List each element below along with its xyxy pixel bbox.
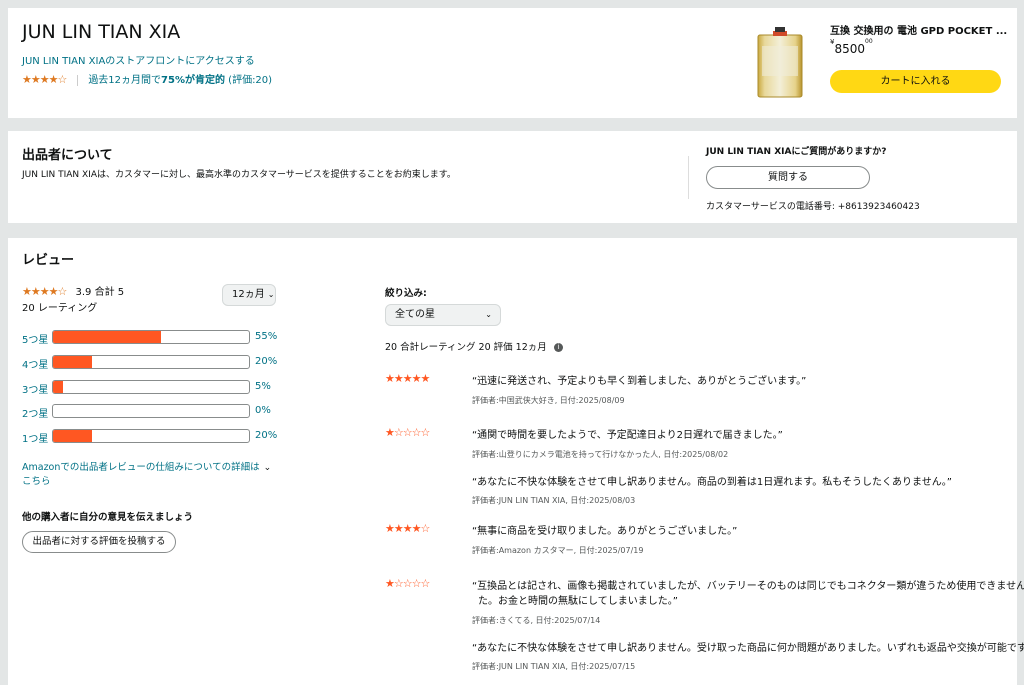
histogram-label: 2つ星 <box>22 409 49 420</box>
review-meta: 評価者:中国武侠大好き, 日付:2025/08/09 <box>472 396 625 405</box>
histogram-label: 4つ星 <box>22 360 49 371</box>
rating-summary-pre: 過去12ヵ月間で <box>88 75 162 86</box>
histogram-row-2[interactable]: 2つ星 0% <box>8 404 308 420</box>
histogram-label: 1つ星 <box>22 434 49 445</box>
battery-image-icon <box>757 27 803 98</box>
histogram-percent: 55% <box>255 331 278 342</box>
info-icon[interactable]: i <box>553 343 563 352</box>
review-text: “無事に商品を受け取りました。ありがとうございました。” <box>472 526 738 537</box>
seller-header-card: JUN LIN TIAN XIA JUN LIN TIAN XIAのストアフロン… <box>8 8 1017 118</box>
about-body: JUN LIN TIAN XIAは、カスタマーに対し、最高水準のカスタマーサービ… <box>22 170 456 180</box>
histogram-percent: 20% <box>255 430 278 441</box>
review-stars: ★★★★★ <box>385 372 430 385</box>
share-heading: 他の購入者に自分の意見を伝えましょう <box>22 512 194 523</box>
rating-histogram: 5つ星 55% 4つ星 20% 3つ星 5% 2つ星 0% 1つ星 20% <box>8 330 308 450</box>
histogram-label: 5つ星 <box>22 335 49 346</box>
add-to-cart-button[interactable]: カートに入れる <box>830 70 1001 93</box>
filter-label: 絞り込み: <box>385 288 427 299</box>
histogram-percent: 20% <box>255 356 278 367</box>
histogram-bar-fill <box>53 331 161 343</box>
write-seller-review-button[interactable]: 出品者に対する評価を投稿する <box>22 531 176 553</box>
price-fraction: 00 <box>865 38 873 45</box>
histogram-bar <box>52 380 250 394</box>
about-heading: 出品者について <box>22 148 113 163</box>
histogram-percent: 5% <box>255 381 271 392</box>
star-filter-value: 全ての星 <box>395 309 435 320</box>
histogram-bar <box>52 355 250 369</box>
period-dropdown[interactable]: 12ヵ月 ⌄ <box>222 284 276 306</box>
average-rating: ★★★★☆ 3.9 合計 5 <box>22 283 124 298</box>
seller-rating-row: ★★★★☆ 過去12ヵ月間で75%が肯定的 (評価:20) <box>22 71 272 86</box>
review-stars: ★☆☆☆☆ <box>385 577 430 590</box>
divider <box>688 156 689 199</box>
review-text: “通関で時間を要したようで、予定配達日より2日遅れで届きました。” <box>472 430 783 441</box>
rating-summary-bold: 75%が肯定的 <box>161 75 225 86</box>
phone-number: カスタマーサービスの電話番号: +8613923460423 <box>706 202 920 212</box>
rating-summary-post: (評価:20) <box>224 75 273 86</box>
review-text-line2: た。お金と時間の無駄にしてしまいました。” <box>478 596 678 607</box>
about-seller-card: 出品者について JUN LIN TIAN XIAは、カスタマーに対し、最高水準の… <box>8 131 1017 223</box>
chevron-down-icon: ⌄ <box>263 463 272 473</box>
histogram-row-3[interactable]: 3つ星 5% <box>8 380 308 396</box>
histogram-bar <box>52 404 250 418</box>
histogram-label: 3つ星 <box>22 385 49 396</box>
review-stars: ★☆☆☆☆ <box>385 426 430 439</box>
histogram-row-4[interactable]: 4つ星 20% <box>8 355 308 371</box>
histogram-bar <box>52 330 250 344</box>
storefront-link[interactable]: JUN LIN TIAN XIAのストアフロントにアクセスする <box>22 52 255 67</box>
price-main: 8500 <box>834 42 866 56</box>
histogram-bar <box>52 429 250 443</box>
question-heading: JUN LIN TIAN XIAにご質問がありますか? <box>706 147 887 157</box>
product-image[interactable] <box>756 26 804 98</box>
reviews-card: レビュー ★★★★☆ 3.9 合計 5 20 レーティング 12ヵ月 ⌄ 5つ星 … <box>8 238 1024 685</box>
how-it-works-line2: こちら <box>22 476 51 487</box>
average-rating-text: 3.9 合計 5 <box>75 287 125 298</box>
rating-count: 20 レーティング <box>22 303 98 314</box>
period-dropdown-value: 12ヵ月 <box>232 289 265 300</box>
review-text: “迅速に発送され、予定よりも早く到着しました、ありがとうございます。” <box>472 376 807 387</box>
review-summary-text: 20 合計レーティング 20 評価 12ヵ月 <box>385 342 547 353</box>
how-it-works-line1: Amazonでの出品者レビューの仕組みについての詳細は <box>22 462 260 473</box>
seller-rating-stars: ★★★★☆ <box>22 73 67 86</box>
chevron-down-icon: ⌄ <box>267 290 275 299</box>
seller-name: JUN LIN TIAN XIA <box>22 21 181 43</box>
seller-reply-meta: 評価者:JUN LIN TIAN XIA, 日付:2025/08/03 <box>472 496 636 505</box>
seller-reply-meta: 評価者:JUN LIN TIAN XIA, 日付:2025/07/15 <box>472 662 636 671</box>
product-price: ¥850000 <box>830 38 873 57</box>
histogram-row-1[interactable]: 1つ星 20% <box>8 429 308 445</box>
histogram-bar-fill <box>53 356 93 368</box>
review-stars: ★★★★☆ <box>385 522 430 535</box>
divider <box>76 74 78 86</box>
histogram-bar-fill <box>53 430 93 442</box>
review-text-line1: “互換品とは記され、画像も掲載されていましたが、バッテリーそのものは同じでもコネ… <box>472 581 1024 592</box>
seller-reply-text: “あなたに不快な体験をさせて申し訳ありません。商品の到着は1日遅れます。私もそう… <box>472 477 952 488</box>
chevron-down-icon: ⌄ <box>485 310 492 319</box>
histogram-bar-fill <box>53 381 63 393</box>
review-meta: 評価者:Amazon カスタマー, 日付:2025/07/19 <box>472 546 644 555</box>
review-meta: 評価者:山登りにカメラ電池を持って行けなかった人, 日付:2025/08/02 <box>472 450 729 459</box>
rating-summary-link[interactable]: 過去12ヵ月間で75%が肯定的 (評価:20) <box>88 75 272 86</box>
ask-question-button[interactable]: 質問する <box>706 166 870 189</box>
review-summary: 20 合計レーティング 20 評価 12ヵ月 i <box>385 339 563 353</box>
average-rating-stars: ★★★★☆ <box>22 285 67 298</box>
histogram-row-5[interactable]: 5つ星 55% <box>8 330 308 346</box>
how-it-works-link[interactable]: Amazonでの出品者レビューの仕組みについての詳細は ⌄ こちら <box>22 461 282 489</box>
histogram-percent: 0% <box>255 405 271 416</box>
review-meta: 評価者:きくてる, 日付:2025/07/14 <box>472 616 601 625</box>
seller-reply-text: “あなたに不快な体験をさせて申し訳ありません。受け取った商品に何か問題がありまし… <box>472 643 1024 654</box>
star-filter-dropdown[interactable]: 全ての星 ⌄ <box>385 304 501 326</box>
product-title[interactable]: 互換 交換用の 電池 GPD POCKET ... <box>830 22 1007 37</box>
reviews-heading: レビュー <box>22 253 75 268</box>
